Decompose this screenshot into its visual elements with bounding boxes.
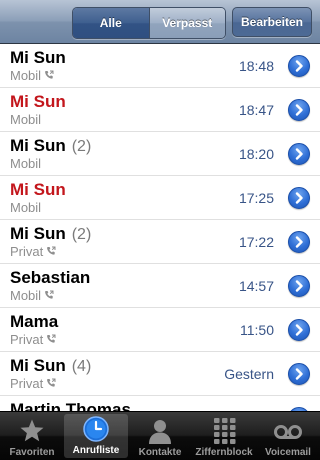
call-count: (2) <box>71 226 92 243</box>
voicemail-icon <box>273 416 303 446</box>
number-type-line: Mobil <box>10 156 41 171</box>
number-type-line: Privat <box>10 244 56 259</box>
person-icon <box>145 416 175 446</box>
call-row[interactable]: Sebastian Mobil 14:57 <box>0 264 320 308</box>
caller-line: Sebastian <box>10 268 90 288</box>
call-time: 11:50 <box>240 322 274 338</box>
caller-name: Mi Sun <box>10 92 66 111</box>
caller-name: Mi Sun <box>10 180 66 199</box>
call-row[interactable]: Martin Thomas <box>0 396 320 411</box>
tab-label: Favoriten <box>9 447 55 458</box>
segment-all[interactable]: Alle <box>73 8 150 38</box>
tab-voicemail[interactable]: Voicemail <box>256 412 320 460</box>
call-time: 18:48 <box>238 58 274 74</box>
number-type-line: Privat <box>10 332 56 347</box>
number-type: Mobil <box>10 68 42 83</box>
call-row[interactable]: Mi Sun (2) Privat 17:22 <box>0 220 320 264</box>
navigation-bar: Alle Verpasst Bearbeiten <box>0 0 320 44</box>
number-type-line: Mobil <box>10 288 54 303</box>
caller-line: Martin Thomas <box>10 400 131 411</box>
detail-disclosure-icon[interactable] <box>288 363 310 385</box>
caller-line: Mi Sun (4) <box>10 356 91 376</box>
tab-bar: Favoriten Anrufliste Kontakte Ziffernblock V… <box>0 411 320 460</box>
detail-disclosure-icon[interactable] <box>288 231 310 253</box>
number-type: Privat <box>10 244 44 259</box>
call-time: 17:25 <box>238 190 274 206</box>
detail-disclosure-icon[interactable] <box>288 55 310 77</box>
caller-line: Mi Sun (2) <box>10 136 91 156</box>
caller-name: Martin Thomas <box>10 400 131 411</box>
outgoing-call-icon <box>46 334 56 347</box>
call-row[interactable]: Mi Sun Mobil 18:48 <box>0 44 320 88</box>
number-type-line: Mobil <box>10 200 41 215</box>
number-type: Mobil <box>10 112 42 127</box>
tab-label: Ziffernblock <box>195 447 253 458</box>
call-filter-segmented-control: Alle Verpasst <box>72 7 226 39</box>
outgoing-call-icon <box>46 378 56 391</box>
call-row[interactable]: Mi Sun Mobil 18:47 <box>0 88 320 132</box>
outgoing-call-icon <box>44 290 54 303</box>
call-row[interactable]: Mama Privat 11:50 <box>0 308 320 352</box>
call-time: 18:47 <box>238 102 274 118</box>
caller-line: Mama <box>10 312 58 332</box>
number-type: Privat <box>10 332 44 347</box>
call-row[interactable]: Mi Sun (4) Privat Gestern <box>0 352 320 396</box>
call-count: (4) <box>71 358 92 375</box>
call-row[interactable]: Mi Sun (2) Mobil 18:20 <box>0 132 320 176</box>
number-type-line: Mobil <box>10 68 54 83</box>
number-type: Mobil <box>10 288 42 303</box>
star-icon <box>17 416 47 446</box>
call-time: Gestern <box>224 366 274 382</box>
outgoing-call-icon <box>44 70 54 83</box>
clock-icon <box>81 414 111 444</box>
caller-line: Mi Sun <box>10 180 66 200</box>
tab-star[interactable]: Favoriten <box>0 412 64 460</box>
keypad-icon <box>209 416 239 446</box>
outgoing-call-icon <box>46 246 56 259</box>
call-time: 17:22 <box>238 234 274 250</box>
caller-name: Mama <box>10 312 59 331</box>
caller-line: Mi Sun <box>10 92 66 112</box>
caller-line: Mi Sun (2) <box>10 224 91 244</box>
tab-label: Voicemail <box>265 447 311 458</box>
detail-disclosure-icon[interactable] <box>288 99 310 121</box>
detail-disclosure-icon[interactable] <box>288 187 310 209</box>
call-time: 14:57 <box>238 278 274 294</box>
tab-person[interactable]: Kontakte <box>128 412 192 460</box>
segment-missed[interactable]: Verpasst <box>149 8 225 38</box>
number-type: Mobil <box>10 200 42 215</box>
caller-name: Sebastian <box>10 268 91 287</box>
call-row[interactable]: Mi Sun Mobil 17:25 <box>0 176 320 220</box>
recents-list[interactable]: Mi Sun Mobil 18:48 Mi Sun Mobil 18:47 Mi Sun (2… <box>0 44 320 411</box>
call-count: (2) <box>71 138 92 155</box>
tab-clock[interactable]: Anrufliste <box>64 414 128 458</box>
call-time: 18:20 <box>238 146 274 162</box>
caller-name: Mi Sun <box>10 224 66 243</box>
detail-disclosure-icon[interactable] <box>288 319 310 341</box>
number-type-line: Mobil <box>10 112 41 127</box>
tab-keypad[interactable]: Ziffernblock <box>192 412 256 460</box>
detail-disclosure-icon[interactable] <box>288 143 310 165</box>
number-type: Mobil <box>10 156 42 171</box>
number-type: Privat <box>10 376 44 391</box>
caller-name: Mi Sun <box>10 136 66 155</box>
caller-name: Mi Sun <box>10 356 66 375</box>
tab-label: Kontakte <box>138 447 182 458</box>
caller-name: Mi Sun <box>10 48 66 67</box>
number-type-line: Privat <box>10 376 56 391</box>
tab-label: Anrufliste <box>72 445 120 456</box>
detail-disclosure-icon[interactable] <box>288 275 310 297</box>
caller-line: Mi Sun <box>10 48 66 68</box>
edit-button[interactable]: Bearbeiten <box>232 7 312 37</box>
